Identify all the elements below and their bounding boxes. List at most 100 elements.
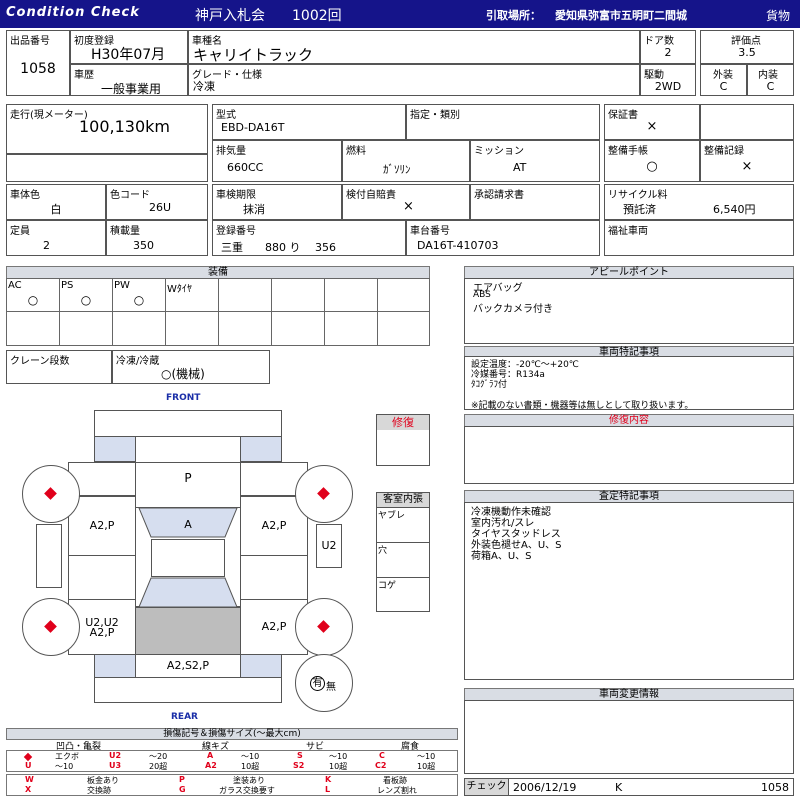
history-box: 車歴 一般事業用 [70,64,188,96]
left-side-strip [36,524,62,588]
mileage-extra-box [6,154,208,182]
doors-label: ドア数 [644,36,674,47]
mission-box: ミッション AT [470,140,600,182]
lot-no-box: 出品番号 1058 [6,30,70,96]
freezer-label: 冷凍/冷蔵 [116,356,160,367]
wheel-marker-icon [44,620,57,633]
equip-cell [271,311,325,346]
hood: P [135,462,241,508]
inspection-label: 車検期限 [216,190,256,201]
legend-scratch-2: A2 [205,761,217,770]
designation-label: 指定・類別 [410,110,460,121]
displacement-box: 排気量 660CC [212,140,342,182]
legend-misc-w: W [25,775,34,784]
reg-no-label: 登録番号 [216,226,256,237]
recycle-label: リサイクル料 [608,190,668,201]
front-left-corner [94,436,136,462]
windshield-mark: A [184,518,192,531]
equipment-grid: AC ○ PS ○ PW ○ Wﾀｲﾔ [6,278,430,346]
grade-value: 冷凍 [193,80,215,93]
maint-book-value: ○ [646,159,658,174]
mileage-label: 走行(現メーター) [10,110,88,121]
wheel-front-left [22,465,80,523]
right-front-mark: A2,P [261,519,287,532]
welfare-label: 福祉車両 [608,226,648,237]
checker: K [615,781,623,794]
crane-label: クレーン段数 [10,356,70,367]
front-right-corner [240,436,282,462]
freezer-box: 冷凍/冷蔵 ○(機械) [112,350,270,384]
category: 貨物 [766,9,791,23]
inspection-box: 車検期限 抹消 [212,184,342,220]
brand-title: Condition Check [6,5,140,20]
equip-cell [6,311,60,346]
drive-label: 駆動 [644,70,664,81]
roof [151,539,225,577]
repair-content-box [464,426,794,484]
check-date: 2006/12/19 [513,781,577,794]
spare-no: 無 [326,682,336,693]
wheel-marker-icon [317,620,330,633]
interior-box: 内装 C [747,64,794,96]
spare-yes: 有 [310,676,325,691]
change-box [464,700,794,774]
doors-value: 2 [664,46,672,59]
equip-cell [324,278,378,312]
warranty-value: × [646,119,658,134]
maint-book-box: 整備手帳 ○ [604,140,700,182]
mission-value: AT [513,161,527,174]
cargo-bed [135,607,241,655]
load-value: 350 [133,239,154,252]
mileage-value: 100,130km [79,117,171,136]
warranty-extra-box [700,104,794,140]
equip-cell [377,278,430,312]
history-value: 一般事業用 [101,82,162,96]
lot-no-value: 1058 [20,61,56,77]
approval-label: 承認請求書 [474,190,524,201]
appeal-box: エアバッグ ABS バックカメラ付き [464,278,794,344]
legend-misc-k: K [325,775,332,784]
body-color-label: 車体色 [10,190,40,201]
recycle-fee: 6,540円 [713,203,756,216]
insurance-label: 検付自賠責 [346,190,396,201]
inspection-value: 抹消 [243,203,265,216]
first-reg-value: H30年07月 [91,47,166,63]
freezer-value: ○(機械) [161,367,205,381]
load-label: 積載量 [110,226,140,237]
pickup-place: 愛知県弥富市五明町二間城 [555,9,687,22]
hood-mark: P [184,471,192,485]
legend-rust-2: S2 [293,761,305,770]
assess-box: 冷凍機動作未確認 室内汚れ/スレ タイヤスタッドレス 外装色褪せA、U、S 荷箱… [464,502,794,680]
fuel-value: ｶﾞｿﾘﾝ [383,163,411,176]
body-color-value: 白 [50,203,62,216]
chassis-label: 車台番号 [410,226,450,237]
equip-cell [59,311,113,346]
legend-scratch-3: 10超 [241,762,260,771]
color-code-box: 色コード 26U [106,184,208,220]
first-reg-box: 初度登録 H30年07月 [70,30,188,64]
legend-dent-5: U3 [109,761,122,770]
equip-label-ps: PS [61,280,74,291]
legend-misc-g: G [179,785,186,794]
maint-book-label: 整備手帳 [608,146,648,157]
exterior-box: 外装 C [700,64,747,96]
legend-misc-l-text: レンズ割れ [377,786,417,795]
auction-name: 神戸入札会 [195,8,265,24]
legend-groups: 凹凸・亀裂 線キズ サビ 腐食 [6,740,458,752]
wheel-rear-right [295,598,353,656]
maint-record-value: × [741,159,753,174]
legend-corrosion-0: C [379,751,385,760]
model-box: 型式 EBD-DA16T [212,104,406,140]
front-bumper [94,410,282,437]
legend-rust-0: S [297,751,303,760]
appeal-line: ABS [473,290,491,300]
spare-yes-label: 有 [310,676,325,691]
color-code-label: 色コード [110,190,150,201]
legend-damage-table: エクボ U2 ～20 U ～10 U3 20超 A ～10 A2 10超 S ～… [6,750,458,772]
pickup-label: 引取場所： [486,9,541,22]
interior-value: C [766,80,775,93]
interior-trim-box: 客室内張 ヤブレ 穴 コゲ [376,492,430,612]
rear-left-corner [94,654,136,678]
equip-cell-ps: PS ○ [59,278,113,312]
drive-value: 2WD [654,80,682,93]
